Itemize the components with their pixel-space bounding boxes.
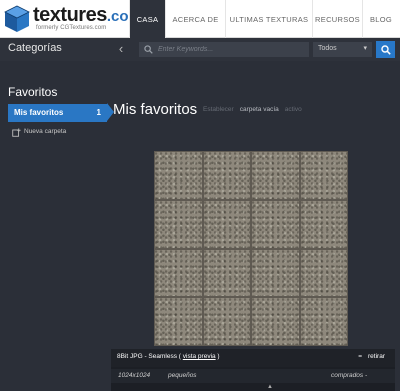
texture-tile	[299, 151, 348, 200]
search-button[interactable]	[376, 41, 395, 58]
remove-favorite-button[interactable]: = retirar	[358, 353, 385, 360]
search-icon	[381, 45, 391, 55]
thumbnail-frame	[111, 151, 395, 349]
texture-thumbnail[interactable]	[154, 151, 348, 346]
texture-tile	[202, 248, 251, 298]
texture-tile	[202, 151, 251, 200]
category-filter-select[interactable]: Todos ▾	[313, 42, 372, 57]
search-input[interactable]	[158, 42, 306, 57]
texture-tile	[299, 248, 348, 298]
nav-acerca-de[interactable]: ACERCA DE	[165, 0, 225, 38]
card-footer: 8Bit JPG - Seamless ( vista previa ) = re…	[111, 349, 395, 367]
texture-tile	[154, 248, 203, 298]
texture-tile	[154, 199, 203, 249]
active-action[interactable]: activo	[285, 106, 302, 113]
nav-recursos[interactable]: RECURSOS	[312, 0, 362, 38]
remove-label: retirar	[368, 353, 385, 360]
expand-caret-icon[interactable]: ▲	[267, 384, 273, 390]
texture-tile	[202, 199, 251, 249]
texture-tile	[154, 297, 203, 346]
category-bar: Categorías ‹ Todos ▾	[0, 38, 400, 61]
top-header: textures.com formerly CGTextures.com CAS…	[0, 0, 400, 38]
new-folder-label: Nueva carpeta	[24, 128, 67, 135]
format-prefix: 8Bit JPG - Seamless (	[117, 353, 183, 360]
favorites-sidebar: Favoritos Mis favoritos 1 Nueva carpeta	[0, 61, 107, 391]
search-box	[139, 42, 309, 57]
sidebar-item-label: Mis favoritos	[14, 108, 64, 117]
set-active-action[interactable]: Establecer	[203, 106, 234, 113]
favorites-heading: Favoritos	[8, 85, 58, 99]
logo-tagline: formerly CGTextures.com	[36, 25, 107, 31]
favorite-texture-card: 8Bit JPG - Seamless ( vista previa ) = re…	[111, 151, 395, 391]
chevron-down-icon: ▾	[363, 45, 367, 52]
page-title: Mis favoritos	[113, 101, 198, 118]
empty-folder-action[interactable]: carpeta vacía	[240, 106, 279, 113]
logo-wordmark: textures.com	[33, 5, 142, 27]
texture-tile	[299, 199, 348, 249]
new-folder-icon	[12, 128, 21, 137]
texture-tile	[202, 297, 251, 346]
texture-tile	[154, 151, 203, 200]
texture-tile	[251, 248, 300, 298]
texture-tile	[251, 199, 300, 249]
folder-actions: Establecer carpeta vacía activo	[203, 106, 308, 113]
nav-casa[interactable]: CASA	[129, 0, 165, 38]
texture-tile	[251, 297, 300, 346]
format-info: 8Bit JPG - Seamless ( vista previa )	[117, 353, 220, 360]
preview-link[interactable]: vista previa	[183, 353, 216, 360]
site-logo[interactable]: textures.com formerly CGTextures.com	[4, 4, 142, 34]
format-suffix: )	[215, 353, 220, 360]
size-value: pequeños	[168, 372, 197, 379]
main-content: Mis favoritos Establecer carpeta vacía act…	[107, 61, 400, 391]
resolution-value: 1024x1024	[118, 372, 151, 379]
search-icon	[144, 45, 153, 54]
texture-tile	[251, 151, 300, 200]
nav-blog[interactable]: BLOG	[362, 0, 399, 38]
categories-title: Categorías	[8, 42, 62, 54]
texture-tile	[299, 297, 348, 346]
purchase-status: comprados -	[331, 372, 368, 379]
logo-name: textures	[33, 4, 107, 26]
sidebar-item-mis-favoritos[interactable]: Mis favoritos 1	[8, 104, 107, 122]
sidebar-item-count: 1	[96, 108, 101, 117]
main-nav: CASA ACERCA DE ULTIMAS TEXTURAS RECURSOS…	[129, 0, 399, 38]
filter-selected-value: Todos	[318, 45, 337, 52]
nav-ultimas-texturas[interactable]: ULTIMAS TEXTURAS	[225, 0, 312, 38]
collapse-sidebar-button[interactable]: ‹	[114, 42, 128, 57]
cube-logo-icon	[4, 5, 30, 32]
texture-info-row: 1024x1024 pequeños comprados -	[111, 369, 395, 383]
remove-icon: =	[358, 353, 363, 360]
